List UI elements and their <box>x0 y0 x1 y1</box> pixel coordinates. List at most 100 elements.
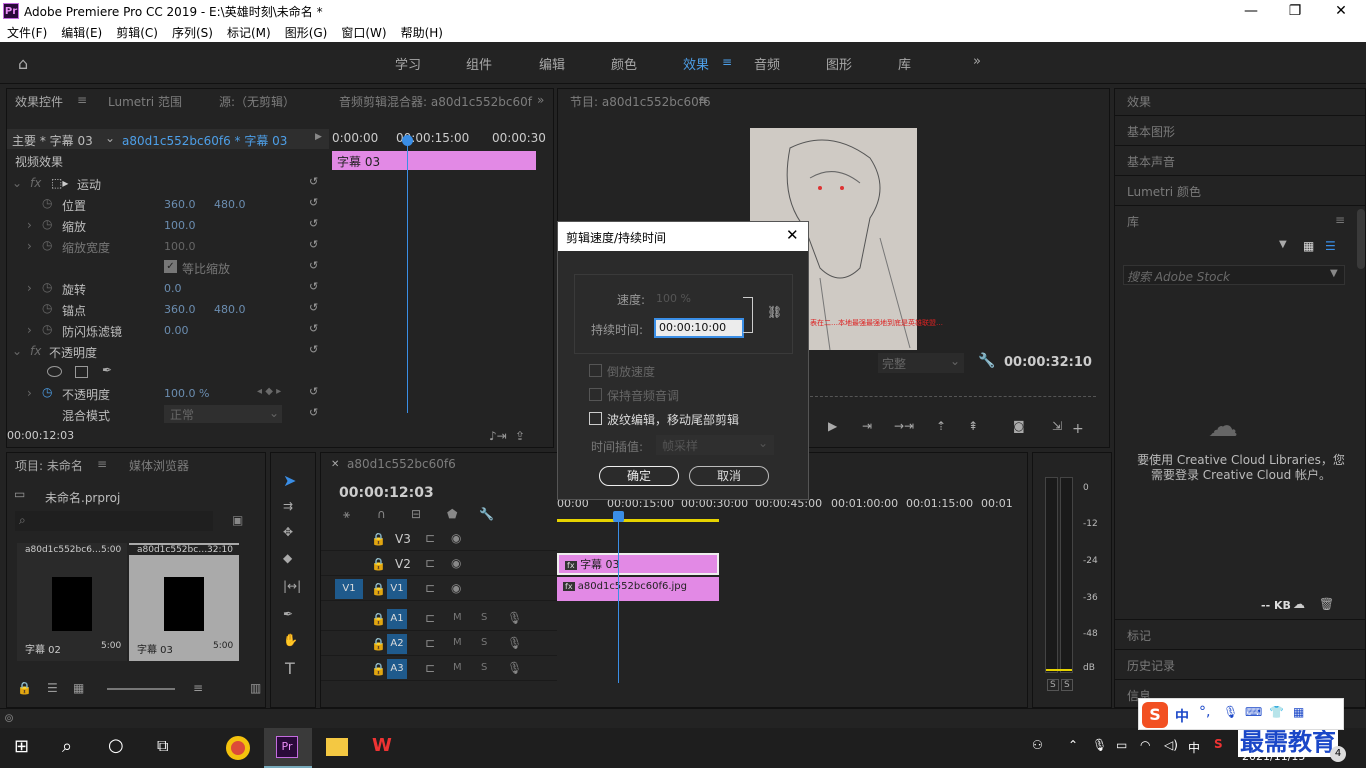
stopwatch-icon[interactable]: ◷ <box>42 322 52 336</box>
wrench-icon[interactable]: 🔧 <box>978 353 995 369</box>
reverse-speed-checkbox[interactable] <box>589 364 602 377</box>
chevron-up-icon[interactable]: ⌃ <box>1068 738 1078 752</box>
target-v1-button[interactable]: V1 <box>387 579 407 599</box>
wps-icon[interactable]: W <box>372 735 392 756</box>
close-tab-icon[interactable]: ✕ <box>331 459 339 470</box>
eye-icon[interactable]: ◉ <box>451 531 461 545</box>
rectangle-mask-icon[interactable] <box>75 366 88 378</box>
workspace-libraries[interactable]: 库 <box>898 54 911 73</box>
mute-button[interactable]: M <box>453 662 462 673</box>
clip-v2[interactable]: fx 字幕 03 <box>557 553 719 575</box>
target-a3-button[interactable]: A3 <box>387 659 407 679</box>
lock-icon[interactable]: 🔒 <box>371 582 386 596</box>
stopwatch-icon[interactable]: ◷ <box>42 196 52 210</box>
reset-icon[interactable]: ↺ <box>309 217 318 230</box>
menu-marker[interactable]: 标记(M) <box>220 22 278 42</box>
battery-icon[interactable]: ▭ <box>1116 738 1127 752</box>
premiere-taskbar-button[interactable]: Pr <box>264 728 312 768</box>
sync-lock-icon[interactable]: ⊏ <box>425 581 435 595</box>
windows-start-icon[interactable]: ⊞ <box>14 736 29 757</box>
wifi-icon[interactable]: ◠ <box>1140 738 1150 752</box>
mute-button[interactable]: M <box>453 612 462 623</box>
target-a1-button[interactable]: A1 <box>387 609 407 629</box>
keyboard-icon[interactable]: ⌨ <box>1245 705 1262 719</box>
menu-edit[interactable]: 编辑(E) <box>54 22 109 42</box>
lock-icon[interactable]: 🔒 <box>371 612 386 626</box>
timeline-playhead[interactable] <box>618 515 619 683</box>
microphone-icon[interactable]: 🎙 <box>507 636 522 650</box>
reset-icon[interactable]: ↺ <box>309 259 318 272</box>
expand-icon[interactable]: › <box>27 281 32 295</box>
ec-playhead[interactable] <box>407 137 408 413</box>
camera-icon[interactable]: ◙ <box>1013 419 1025 433</box>
hand-icon[interactable]: ✋ <box>283 633 298 647</box>
new-item-icon[interactable]: ▥ <box>250 681 261 695</box>
fx-icon[interactable]: fx <box>30 176 41 190</box>
go-to-out-icon[interactable]: →⇥ <box>894 419 914 433</box>
blend-mode-select[interactable]: 正常 <box>164 405 282 423</box>
workspace-effects[interactable]: 效果 <box>683 54 709 73</box>
menu-clip[interactable]: 剪辑(C) <box>109 22 165 42</box>
tab-project[interactable]: 项目: 未命名 <box>15 457 83 474</box>
anchor-y-value[interactable]: 480.0 <box>214 303 246 316</box>
timeline-timecode[interactable]: 00:00:12:03 <box>339 485 434 501</box>
tab-audio-clip-mixer[interactable]: 音频剪辑混合器: a80d1c552bc60f <box>339 93 532 110</box>
history-tab[interactable]: 历史记录 <box>1127 657 1175 674</box>
lift-icon[interactable]: ⇡ <box>936 419 946 433</box>
panel-overflow-icon[interactable]: » <box>537 93 544 107</box>
chevron-down-icon[interactable]: ⌄ <box>105 131 115 145</box>
microphone-icon[interactable]: 🎙 <box>507 611 522 625</box>
project-search-input[interactable]: ⌕ <box>15 511 213 531</box>
add-button-icon[interactable]: + <box>1072 421 1084 437</box>
link-chain-icon[interactable]: ⛓ <box>767 305 782 319</box>
workspace-color[interactable]: 颜色 <box>611 54 637 73</box>
play-icon[interactable]: ▶ <box>315 132 322 142</box>
type-tool-icon[interactable]: T <box>285 659 295 678</box>
program-timecode[interactable]: 00:00:32:10 <box>1004 355 1092 370</box>
dialog-close-button[interactable]: ✕ <box>786 226 799 244</box>
people-icon[interactable]: ⚇ <box>1032 738 1043 752</box>
anchor-x-value[interactable]: 360.0 <box>164 303 196 316</box>
target-a2-button[interactable]: A2 <box>387 634 407 654</box>
menu-window[interactable]: 窗口(W) <box>334 22 393 42</box>
ec-timecode[interactable]: 00:00:12:03 <box>7 429 74 442</box>
stopwatch-icon[interactable]: ◷ <box>42 217 52 231</box>
position-y-value[interactable]: 480.0 <box>214 198 246 211</box>
sync-lock-icon[interactable]: ⊏ <box>425 531 435 545</box>
transform-icon[interactable]: ⬚▸ <box>51 176 68 190</box>
marker-icon[interactable]: ⬟ <box>447 507 457 521</box>
source-v1-button[interactable]: V1 <box>335 579 363 599</box>
cortana-icon[interactable]: ○ <box>108 735 124 756</box>
razor-icon[interactable]: ◆ <box>283 551 292 565</box>
expand-icon[interactable]: ⌄ <box>12 344 22 358</box>
workspace-menu-icon[interactable]: ≡ <box>722 55 732 69</box>
expand-icon[interactable]: › <box>27 239 32 253</box>
tab-source[interactable]: 源:（无剪辑） <box>219 93 295 110</box>
stopwatch-icon[interactable]: ◷ <box>42 385 52 399</box>
work-area-bar[interactable] <box>557 519 719 522</box>
reset-icon[interactable]: ↺ <box>309 301 318 314</box>
ripple-edit-checkbox[interactable] <box>589 412 602 425</box>
sogou-logo-icon[interactable]: S <box>1142 702 1168 728</box>
volume-icon[interactable]: ◁) <box>1164 738 1178 752</box>
lumetri-color-tab[interactable]: Lumetri 颜色 <box>1127 183 1201 200</box>
flicker-value[interactable]: 0.00 <box>164 324 189 337</box>
clip-name-label[interactable]: a80d1c552bc60f6 * 字幕 03 <box>122 132 287 149</box>
project-item-0[interactable]: a80d1c552bc6… 5:00 字幕 02 5:00 <box>17 543 127 661</box>
chevron-down-icon[interactable]: ▼ <box>1279 239 1287 250</box>
cancel-button[interactable]: 取消 <box>689 466 769 486</box>
microphone-icon[interactable]: 🎙 <box>1092 738 1107 752</box>
tab-media-browser[interactable]: 媒体浏览器 <box>129 457 189 474</box>
ime-mode[interactable]: 中 <box>1175 706 1189 726</box>
tab-menu-icon[interactable]: ≡ <box>97 457 107 471</box>
tab-effect-controls[interactable]: 效果控件 <box>15 93 63 110</box>
essential-graphics-tab[interactable]: 基本图形 <box>1127 123 1175 140</box>
input-lang[interactable]: 中 <box>1188 739 1200 756</box>
scrollbar[interactable] <box>1357 209 1365 269</box>
fx-icon[interactable]: fx <box>30 344 41 358</box>
duration-input[interactable]: 00:00:10:00 <box>654 318 744 338</box>
lock-icon[interactable]: 🔒 <box>371 662 386 676</box>
eye-icon[interactable]: ◉ <box>451 556 461 570</box>
sync-lock-icon[interactable]: ⊏ <box>425 611 435 625</box>
maintain-pitch-checkbox[interactable] <box>589 388 602 401</box>
